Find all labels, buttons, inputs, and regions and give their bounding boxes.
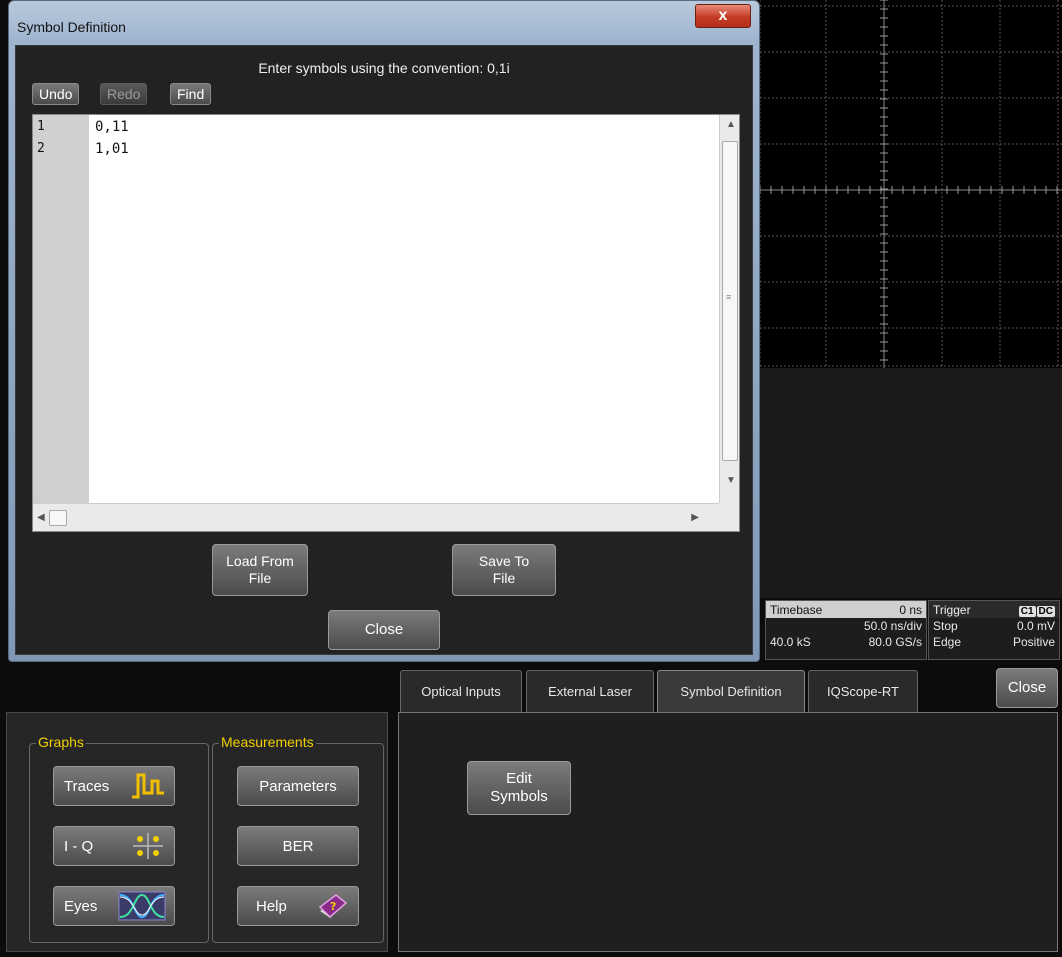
ber-label: BER	[282, 838, 314, 855]
timebase-samples: 40.0 kS	[770, 635, 811, 649]
trigger-type: Edge	[933, 635, 962, 649]
dialog-close-button[interactable]: Close	[328, 610, 440, 650]
vertical-scrollbar[interactable]: ▲ ≡ ▼	[719, 115, 739, 505]
iq-button[interactable]: I - Q	[53, 826, 175, 866]
vertical-scroll-thumb[interactable]: ≡	[722, 141, 738, 461]
symbol-definition-dialog: Symbol Definition x Enter symbols using …	[8, 0, 760, 662]
load-from-file-label-2: File	[248, 570, 272, 586]
line-number-gutter	[33, 115, 89, 505]
instruction-text: Enter symbols using the convention: 0,1i	[258, 60, 510, 76]
symbol-editor[interactable]: 1 2 0,11 1,01 ▲ ≡ ▼ ◀ ▶	[32, 114, 740, 532]
measurements-label: Measurements	[219, 734, 316, 750]
scroll-down-icon[interactable]: ▼	[726, 475, 736, 486]
timebase-delay: 0 ns	[899, 602, 922, 617]
edit-symbols-label-1: Edit	[506, 770, 532, 787]
load-from-file-label-1: Load From	[226, 553, 294, 569]
tab-external-laser[interactable]: External Laser	[526, 670, 654, 712]
timebase-label: Timebase	[770, 602, 823, 617]
line-number: 1	[37, 119, 45, 134]
help-book-icon: ?	[316, 891, 350, 925]
trigger-coupling-badge: DC	[1036, 605, 1055, 617]
line-number: 2	[37, 141, 45, 156]
graphs-group: Graphs Traces I - Q Eyes	[29, 734, 209, 943]
eye-diagram-icon	[118, 891, 166, 925]
undo-button[interactable]: Undo	[32, 83, 80, 105]
trigger-slope: Positive	[1012, 635, 1055, 649]
trigger-panel[interactable]: Trigger C1 DC Stop 0.0 mV Edge Positive	[928, 600, 1060, 660]
trigger-level: 0.0 mV	[1016, 619, 1055, 633]
horizontal-scroll-thumb[interactable]	[49, 510, 67, 526]
scroll-right-icon[interactable]: ▶	[691, 512, 699, 523]
dialog-close-x-button[interactable]: x	[695, 4, 751, 28]
grip-icon: ≡	[726, 292, 732, 302]
trigger-label: Trigger	[933, 602, 971, 617]
editor-line[interactable]: 0,11	[95, 119, 129, 135]
save-to-file-button[interactable]: Save To File	[452, 544, 556, 596]
scroll-left-icon[interactable]: ◀	[37, 512, 45, 523]
measurements-group: Measurements Parameters BER Help ?	[212, 734, 384, 943]
traces-button[interactable]: Traces	[53, 766, 175, 806]
svg-text:?: ?	[330, 900, 336, 913]
save-to-file-label-2: File	[492, 570, 516, 586]
dialog-body: Enter symbols using the convention: 0,1i…	[15, 45, 753, 655]
analysis-panel: Graphs Traces I - Q Eyes Measurements Pa…	[6, 712, 388, 952]
waveform-icon	[130, 771, 166, 805]
eyes-button[interactable]: Eyes	[53, 886, 175, 926]
horizontal-scrollbar[interactable]: ◀ ▶	[33, 503, 721, 531]
tab-optical-inputs[interactable]: Optical Inputs	[400, 670, 522, 712]
dialog-title: Symbol Definition	[17, 19, 126, 35]
constellation-icon	[130, 831, 166, 865]
timebase-panel[interactable]: Timebase 0 ns 50.0 ns/div 40.0 kS 80.0 G…	[765, 600, 927, 660]
timebase-per-div: 50.0 ns/div	[863, 619, 922, 633]
scroll-up-icon[interactable]: ▲	[726, 119, 736, 130]
help-button[interactable]: Help ?	[237, 886, 359, 926]
traces-label: Traces	[64, 778, 110, 795]
ber-button[interactable]: BER	[237, 826, 359, 866]
redo-button[interactable]: Redo	[100, 83, 148, 105]
waveform-area-lower	[760, 368, 1062, 598]
trigger-mode: Stop	[933, 619, 958, 633]
symbol-definition-tab-panel: Edit Symbols	[398, 712, 1058, 952]
graphs-label: Graphs	[36, 734, 86, 750]
help-label: Help	[256, 898, 287, 915]
iq-label: I - Q	[64, 838, 94, 855]
timebase-rate: 80.0 GS/s	[868, 635, 922, 649]
scrollbar-corner	[719, 503, 739, 531]
main-close-button[interactable]: Close	[996, 668, 1058, 708]
parameters-label: Parameters	[259, 778, 337, 795]
tab-iqscope-rt[interactable]: IQScope-RT	[808, 670, 918, 712]
edit-symbols-label-2: Symbols	[490, 788, 548, 805]
find-button[interactable]: Find	[170, 83, 212, 105]
load-from-file-button[interactable]: Load From File	[212, 544, 308, 596]
edit-symbols-button[interactable]: Edit Symbols	[467, 761, 571, 815]
parameters-button[interactable]: Parameters	[237, 766, 359, 806]
tab-symbol-definition[interactable]: Symbol Definition	[657, 670, 805, 714]
trigger-channel-badge: C1	[1018, 605, 1036, 617]
save-to-file-label-1: Save To	[478, 553, 530, 569]
waveform-grid	[760, 0, 1062, 368]
eyes-label: Eyes	[64, 898, 98, 915]
editor-line[interactable]: 1,01	[95, 141, 129, 157]
